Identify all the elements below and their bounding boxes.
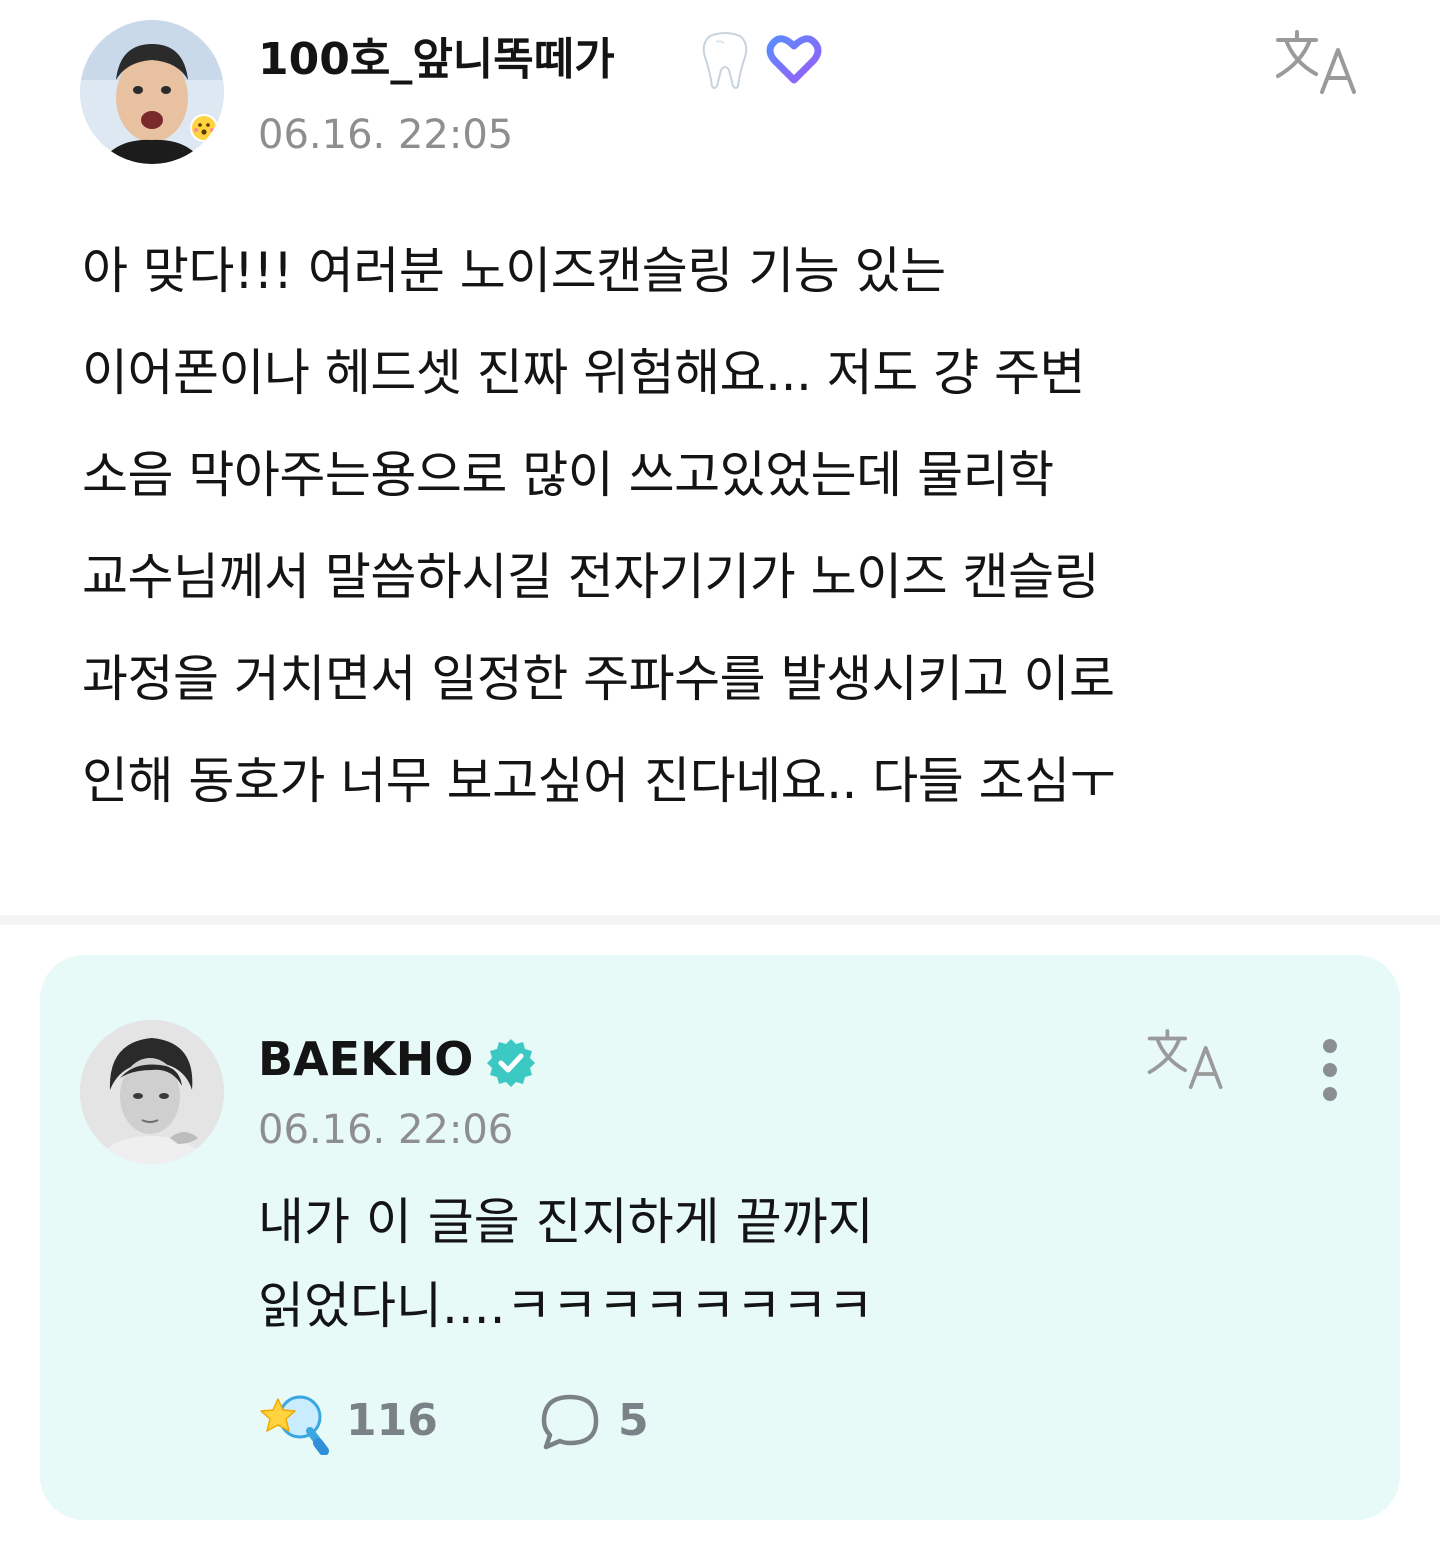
comment-button[interactable]: 5 bbox=[538, 1387, 678, 1457]
translate-icon bbox=[1276, 30, 1356, 94]
verified-badge-icon bbox=[487, 1039, 535, 1087]
avatar-photo-icon bbox=[80, 20, 224, 164]
reaction-bar: 116 5 bbox=[258, 1387, 758, 1457]
reply-author-name[interactable]: BAEKHO bbox=[258, 1031, 473, 1087]
post-body: 아 맞다!!! 여러분 노이즈캔슬링 기능 있는 이어폰이나 헤드셋 진짜 위험… bbox=[82, 220, 1372, 832]
tooth-icon bbox=[702, 32, 748, 89]
post-body-line: 교수님께서 말씀하시길 전자기기가 노이즈 캔슬링 bbox=[82, 548, 1100, 606]
avatar-photo-icon bbox=[80, 1020, 224, 1164]
post-author-avatar[interactable] bbox=[80, 20, 224, 164]
like-button[interactable]: 116 bbox=[258, 1387, 478, 1457]
more-vertical-icon bbox=[1323, 1063, 1337, 1077]
like-count: 116 bbox=[346, 1395, 438, 1446]
reply-translate-button[interactable] bbox=[1144, 1027, 1230, 1093]
post-body-line: 과정을 거치면서 일정한 주파수를 발생시키고 이로 bbox=[82, 650, 1115, 708]
reply-timestamp: 06.16. 22:06 bbox=[258, 1107, 514, 1153]
more-vertical-icon bbox=[1323, 1039, 1337, 1053]
artist-reply-card: BAEKHO 06.16. 22:06 내가 이 글을 진지하게 끝까지 읽었다… bbox=[40, 955, 1400, 1520]
reply-body-line: 내가 이 글을 진지하게 끝까지 bbox=[258, 1193, 874, 1251]
post-author-name-text: 100호_앞니똑떼가 bbox=[258, 34, 615, 85]
post-body-line: 아 맞다!!! 여러분 노이즈캔슬링 기능 있는 bbox=[82, 242, 946, 300]
fan-post: 100호_앞니똑떼가 06.16. 22:05 아 맞다!!! 여러분 노이즈캔… bbox=[0, 0, 1440, 915]
post-timestamp: 06.16. 22:05 bbox=[258, 112, 514, 158]
reply-body-line: 읽었다니....ㅋㅋㅋㅋㅋㅋㅋㅋ bbox=[258, 1277, 874, 1335]
reply-body: 내가 이 글을 진지하게 끝까지 읽었다니....ㅋㅋㅋㅋㅋㅋㅋㅋ bbox=[258, 1180, 1338, 1348]
more-options-button[interactable] bbox=[1310, 1035, 1350, 1105]
post-author-name[interactable]: 100호_앞니똑떼가 bbox=[258, 32, 615, 88]
reply-author-avatar[interactable] bbox=[80, 1020, 224, 1164]
heart-badge-icon bbox=[766, 35, 822, 84]
translate-icon bbox=[1147, 1029, 1223, 1089]
post-translate-button[interactable] bbox=[1272, 28, 1364, 98]
more-vertical-icon bbox=[1323, 1087, 1337, 1101]
comment-count: 5 bbox=[618, 1395, 649, 1446]
reply-author-name-text: BAEKHO bbox=[258, 1032, 474, 1086]
star-lightstick-icon bbox=[260, 1395, 329, 1455]
speech-bubble-icon bbox=[541, 1394, 599, 1450]
post-body-line: 인해 동호가 너무 보고싶어 진다네요.. 다들 조심ㅜ bbox=[82, 752, 1116, 810]
post-body-line: 이어폰이나 헤드셋 진짜 위험해요... 저도 걍 주변 bbox=[82, 344, 1086, 402]
section-divider bbox=[0, 915, 1440, 925]
post-body-line: 소음 막아주는용으로 많이 쓰고있었는데 물리학 bbox=[82, 446, 1054, 504]
